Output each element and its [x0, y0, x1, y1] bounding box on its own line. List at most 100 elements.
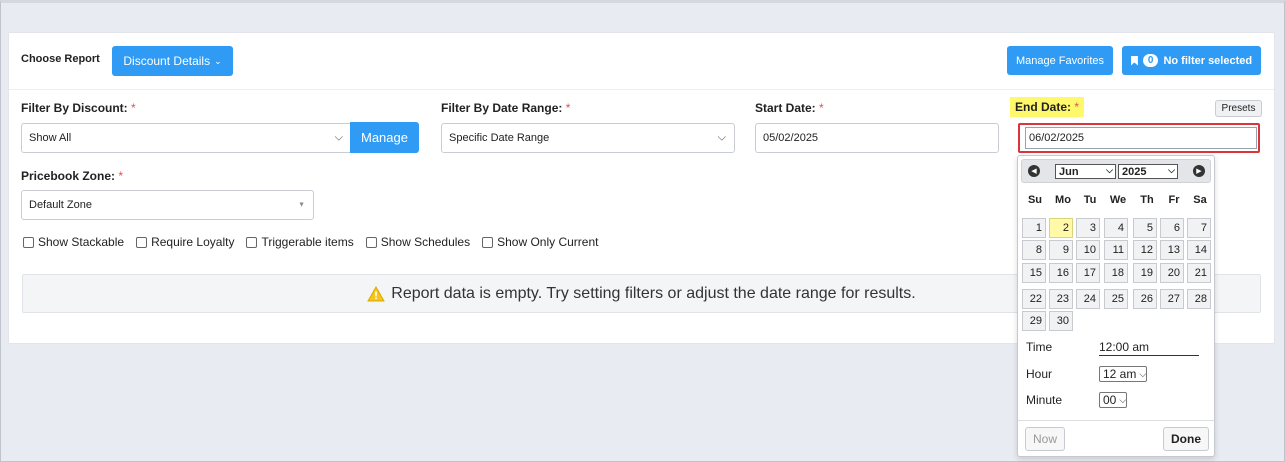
chevron-down-icon: ⌵	[717, 131, 726, 144]
calendar-day[interactable]: 5	[1133, 218, 1157, 238]
calendar-day[interactable]: 26	[1133, 289, 1157, 309]
show-only-current-checkbox[interactable]: Show Only Current	[482, 235, 598, 249]
weekday-label: We	[1109, 194, 1127, 206]
year-value: 2025	[1122, 165, 1147, 178]
calendar-day[interactable]: 2	[1049, 218, 1073, 238]
calendar-day[interactable]: 8	[1022, 240, 1046, 260]
end-date-label: End Date: *	[1010, 97, 1085, 117]
prev-month-icon[interactable]: ◀	[1028, 165, 1040, 177]
require-loyalty-checkbox[interactable]: Require Loyalty	[136, 235, 234, 249]
calendar-day[interactable]: 9	[1049, 240, 1073, 260]
calendar-day[interactable]: 23	[1049, 289, 1073, 309]
calendar-day[interactable]: 29	[1022, 311, 1046, 331]
filter-count-badge: 0	[1142, 54, 1159, 67]
checkbox-label: Triggerable items	[261, 235, 354, 249]
checkbox-box[interactable]	[365, 236, 377, 248]
report-select-label: Discount Details	[123, 54, 211, 68]
calendar-day[interactable]: 14	[1187, 240, 1211, 260]
time-label: Time	[1026, 340, 1053, 354]
weekday-label: Mo	[1055, 194, 1071, 206]
month-value: Jun	[1059, 165, 1079, 178]
calendar-day[interactable]: 4	[1104, 218, 1128, 238]
empty-report-message: Report data is empty. Try setting filter…	[391, 284, 916, 302]
calendar-day[interactable]: 17	[1076, 263, 1100, 283]
chevron-down-icon: ⌵	[334, 131, 343, 144]
manage-favorites-button[interactable]: Manage Favorites	[1007, 46, 1113, 75]
calendar-day[interactable]: 13	[1160, 240, 1184, 260]
calendar-day[interactable]: 25	[1104, 289, 1128, 309]
warning-icon	[367, 285, 386, 301]
done-button[interactable]: Done	[1163, 427, 1209, 451]
weekday-label: Th	[1140, 194, 1154, 206]
chevron-down-icon: ⌵	[1139, 368, 1147, 379]
hour-value: 12 am	[1103, 367, 1137, 381]
date-picker-popup: ◀ Jun ⌵ 2025 ⌵ ▶ Su Mo Tu We Th Fr Sa 1234…	[1017, 155, 1215, 457]
chevron-down-icon: ⌵	[1119, 394, 1127, 405]
calendar-day[interactable]: 28	[1187, 289, 1211, 309]
date-range-select[interactable]: Specific Date Range ⌵	[441, 123, 735, 153]
calendar-day[interactable]: 20	[1160, 263, 1184, 283]
presets-button[interactable]: Presets	[1215, 100, 1262, 117]
calendar-day[interactable]: 21	[1187, 263, 1211, 283]
weekday-label: Su	[1027, 194, 1043, 206]
calendar-day[interactable]: 24	[1076, 289, 1100, 309]
now-button[interactable]: Now	[1025, 427, 1065, 451]
calendar-day[interactable]: 19	[1133, 263, 1157, 283]
discount-filter-select[interactable]: Show All ⌵	[21, 123, 351, 153]
show-stackable-checkbox[interactable]: Show Stackable	[23, 235, 124, 249]
calendar-day[interactable]: 11	[1104, 240, 1128, 260]
weekday-label: Tu	[1083, 194, 1097, 206]
checkbox-box[interactable]	[482, 236, 494, 248]
calendar-day[interactable]: 6	[1160, 218, 1184, 238]
checkbox-label: Show Schedules	[380, 235, 471, 249]
calendar-day[interactable]: 18	[1104, 263, 1128, 283]
calendar-day[interactable]: 15	[1022, 263, 1046, 283]
filter-status-button[interactable]: 0 No filter selected	[1122, 46, 1261, 75]
date-range-value: Specific Date Range	[449, 132, 550, 144]
start-date-label: Start Date: *	[755, 101, 824, 115]
report-select-button[interactable]: Discount Details ⌄	[112, 46, 233, 76]
time-value: 12:00 am	[1099, 340, 1199, 356]
checkbox-label: Show Stackable	[38, 235, 125, 249]
month-select[interactable]: Jun ⌵	[1055, 164, 1116, 179]
calendar-header: ◀ Jun ⌵ 2025 ⌵ ▶	[1021, 159, 1211, 183]
pricebook-zone-select[interactable]: Default Zone ▼	[21, 190, 314, 220]
weekday-label: Fr	[1168, 194, 1180, 206]
show-schedules-checkbox[interactable]: Show Schedules	[365, 235, 471, 249]
triggerable-items-checkbox[interactable]: Triggerable items	[246, 235, 354, 249]
discount-filter-label: Filter By Discount: *	[21, 101, 136, 115]
start-date-input[interactable]: 05/02/2025	[755, 123, 999, 153]
caret-down-icon: ▼	[298, 201, 305, 209]
end-date-value: 06/02/2025	[1025, 127, 1257, 149]
end-date-input[interactable]: 06/02/2025	[1018, 123, 1260, 153]
chevron-down-icon: ⌄	[214, 55, 222, 66]
pricebook-zone-label: Pricebook Zone: *	[21, 169, 124, 183]
filter-status-label: No filter selected	[1163, 54, 1253, 67]
bookmark-icon	[1130, 55, 1138, 66]
hour-select[interactable]: 12 am ⌵	[1099, 366, 1148, 382]
minute-value: 00	[1103, 393, 1117, 407]
chevron-down-icon: ⌵	[1168, 165, 1175, 175]
calendar-day[interactable]: 3	[1076, 218, 1100, 238]
checkbox-label: Show Only Current	[497, 235, 599, 249]
calendar-day[interactable]: 27	[1160, 289, 1184, 309]
calendar-day[interactable]: 10	[1076, 240, 1100, 260]
calendar-day[interactable]: 30	[1049, 311, 1073, 331]
hour-label: Hour	[1026, 367, 1053, 381]
calendar-day[interactable]: 16	[1049, 263, 1073, 283]
header-divider	[9, 89, 1274, 90]
minute-select[interactable]: 00 ⌵	[1099, 392, 1128, 408]
next-month-icon[interactable]: ▶	[1193, 165, 1205, 177]
calendar-day[interactable]: 22	[1022, 289, 1046, 309]
calendar-day[interactable]: 12	[1133, 240, 1157, 260]
checkbox-box[interactable]	[136, 236, 148, 248]
manage-discount-button[interactable]: Manage	[350, 122, 419, 153]
calendar-footer-divider	[1018, 420, 1214, 421]
calendar-day[interactable]: 1	[1022, 218, 1046, 238]
minute-label: Minute	[1026, 393, 1063, 407]
year-select[interactable]: 2025 ⌵	[1118, 164, 1178, 179]
calendar-day[interactable]: 7	[1187, 218, 1211, 238]
checkbox-box[interactable]	[23, 236, 34, 248]
option-checkboxes: Show Stackable Require Loyalty Triggerab…	[23, 235, 598, 249]
checkbox-box[interactable]	[246, 236, 258, 248]
